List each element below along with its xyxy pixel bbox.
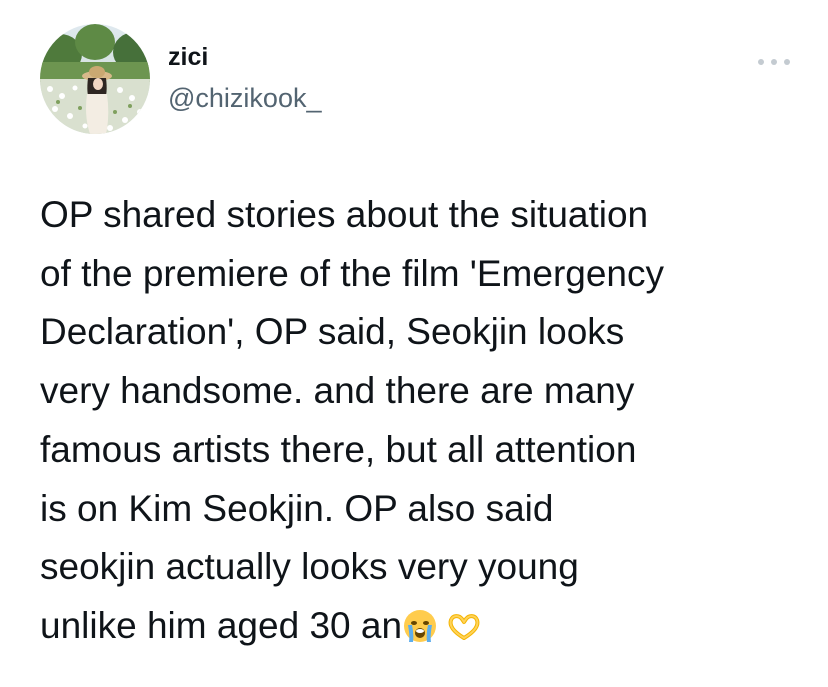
dot-icon [758, 59, 764, 65]
tweet-text: OP shared stories about the situation of… [40, 186, 800, 656]
tweet-text-line: very handsome. and there are many [40, 370, 635, 412]
tweet-text-line: unlike him aged 30 an [40, 604, 403, 646]
display-name[interactable]: zici [168, 42, 321, 72]
tweet-text-line: OP shared stories about the situation [40, 194, 649, 235]
tweet-text-line: famous artists there, but all attention [40, 428, 637, 470]
avatar-photo-icon [40, 24, 150, 134]
tweet-text-line: Declaration', OP said, Seokjin looks [40, 311, 625, 353]
tweet-text-last-line: unlike him aged 30 an [40, 597, 800, 656]
dot-icon [784, 59, 790, 65]
dot-icon [771, 59, 777, 65]
heart-hands-emoji [448, 614, 480, 640]
tweet-text-line: seokjin actually looks very young [40, 546, 579, 588]
user-names: zici @chizikook_ [168, 42, 321, 114]
user-handle[interactable]: @chizikook_ [168, 82, 321, 114]
more-options-icon[interactable] [758, 54, 790, 70]
tweet-text-line: is on Kim Seokjin. OP also said [40, 487, 554, 529]
avatar[interactable] [40, 24, 150, 134]
tweet-text-line: of the premiere of the film 'Emergency [40, 252, 664, 294]
tweet: zici @chizikook_ OP shared stories about… [0, 0, 828, 687]
crying-face-emoji [404, 609, 437, 642]
tweet-header: zici @chizikook_ [40, 24, 790, 136]
